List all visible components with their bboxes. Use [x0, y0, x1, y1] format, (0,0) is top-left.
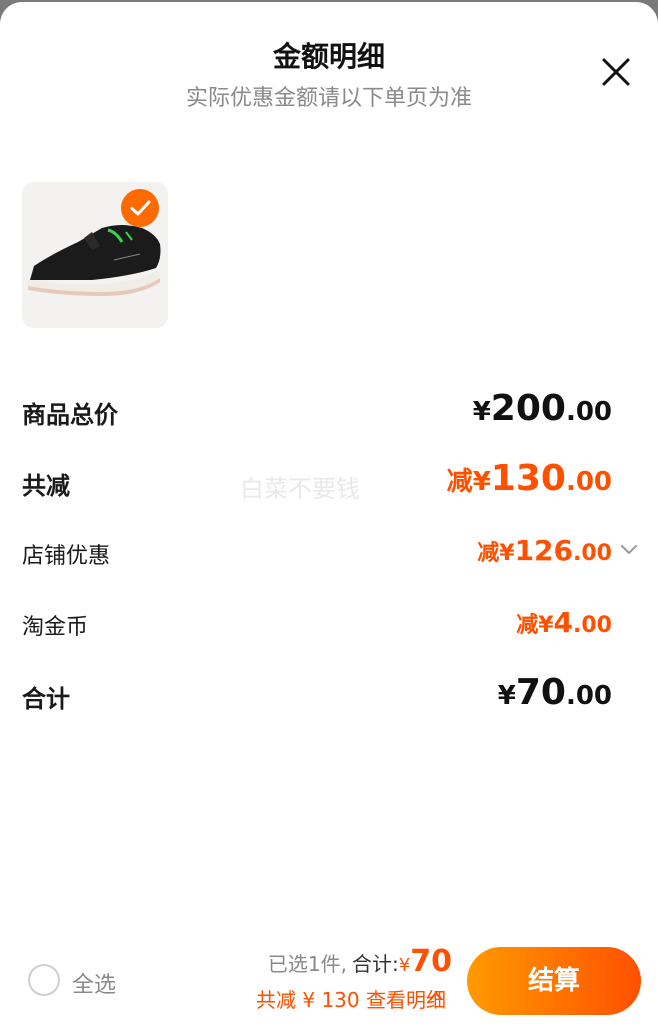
shop-discount-value[interactable]: 减¥126.00	[477, 534, 612, 567]
price-decimal: .00	[565, 681, 612, 711]
currency-symbol: ¥	[472, 467, 491, 497]
total-discount-value: 减¥130.00	[447, 458, 612, 499]
price-integer: 130	[490, 458, 566, 499]
close-icon[interactable]	[598, 54, 634, 90]
price-integer: 70	[515, 672, 566, 713]
price-decimal: .00	[573, 613, 612, 638]
price-decimal: .00	[565, 467, 612, 497]
total-price-value: ¥200.00	[473, 388, 612, 429]
sheet-subtitle: 实际优惠金额请以下单页为准	[185, 86, 472, 111]
chevron-down-icon[interactable]	[620, 543, 638, 557]
footer-total: 已选1件, 合计:¥70	[268, 944, 452, 979]
discount-prefix: 减	[516, 613, 539, 638]
currency-symbol: ¥	[472, 397, 491, 427]
total-value: ¥70.00	[498, 672, 612, 713]
selected-count: 已选1件,	[267, 952, 347, 976]
price-integer: 126	[514, 534, 574, 567]
watermark: 白菜不要钱	[240, 475, 360, 503]
currency-symbol: ¥	[499, 541, 515, 566]
footer-total-label: 合计:	[352, 952, 399, 976]
discount-prefix: 减	[477, 541, 500, 566]
price-integer: 200	[490, 388, 566, 429]
total-label: 合计	[22, 685, 70, 713]
taojinbi-value: 减¥4.00	[516, 606, 612, 639]
shop-discount-label: 店铺优惠	[22, 544, 111, 569]
footer-discount[interactable]: 共减 ¥ 130 查看明细	[256, 984, 446, 1013]
footer-total-value: 70	[410, 944, 452, 979]
chevron-up-icon[interactable]	[429, 990, 443, 1002]
select-all-checkbox[interactable]	[28, 964, 60, 996]
select-all-label[interactable]: 全选	[72, 967, 116, 999]
total-price-label: 商品总价	[22, 401, 118, 429]
price-integer: 4	[553, 606, 574, 639]
footer-discount-text: 共减 ¥ 130	[256, 988, 360, 1012]
discount-prefix: 减	[446, 467, 473, 497]
sheet-title: 金额明细	[272, 40, 385, 73]
price-decimal: .00	[573, 541, 612, 566]
currency-symbol: ¥	[538, 613, 554, 638]
checkout-button[interactable]: 结算	[467, 947, 641, 1015]
total-discount-label: 共减	[22, 472, 70, 500]
currency-symbol: ¥	[497, 681, 516, 711]
amount-detail-sheet: 金额明细 实际优惠金额请以下单页为准 商品总价 ¥200.00 共减 白菜不要钱…	[0, 2, 658, 1028]
selected-check-icon[interactable]	[121, 189, 159, 227]
taojinbi-label: 淘金币	[22, 615, 89, 640]
price-decimal: .00	[565, 397, 612, 427]
currency-symbol: ¥	[398, 955, 411, 976]
